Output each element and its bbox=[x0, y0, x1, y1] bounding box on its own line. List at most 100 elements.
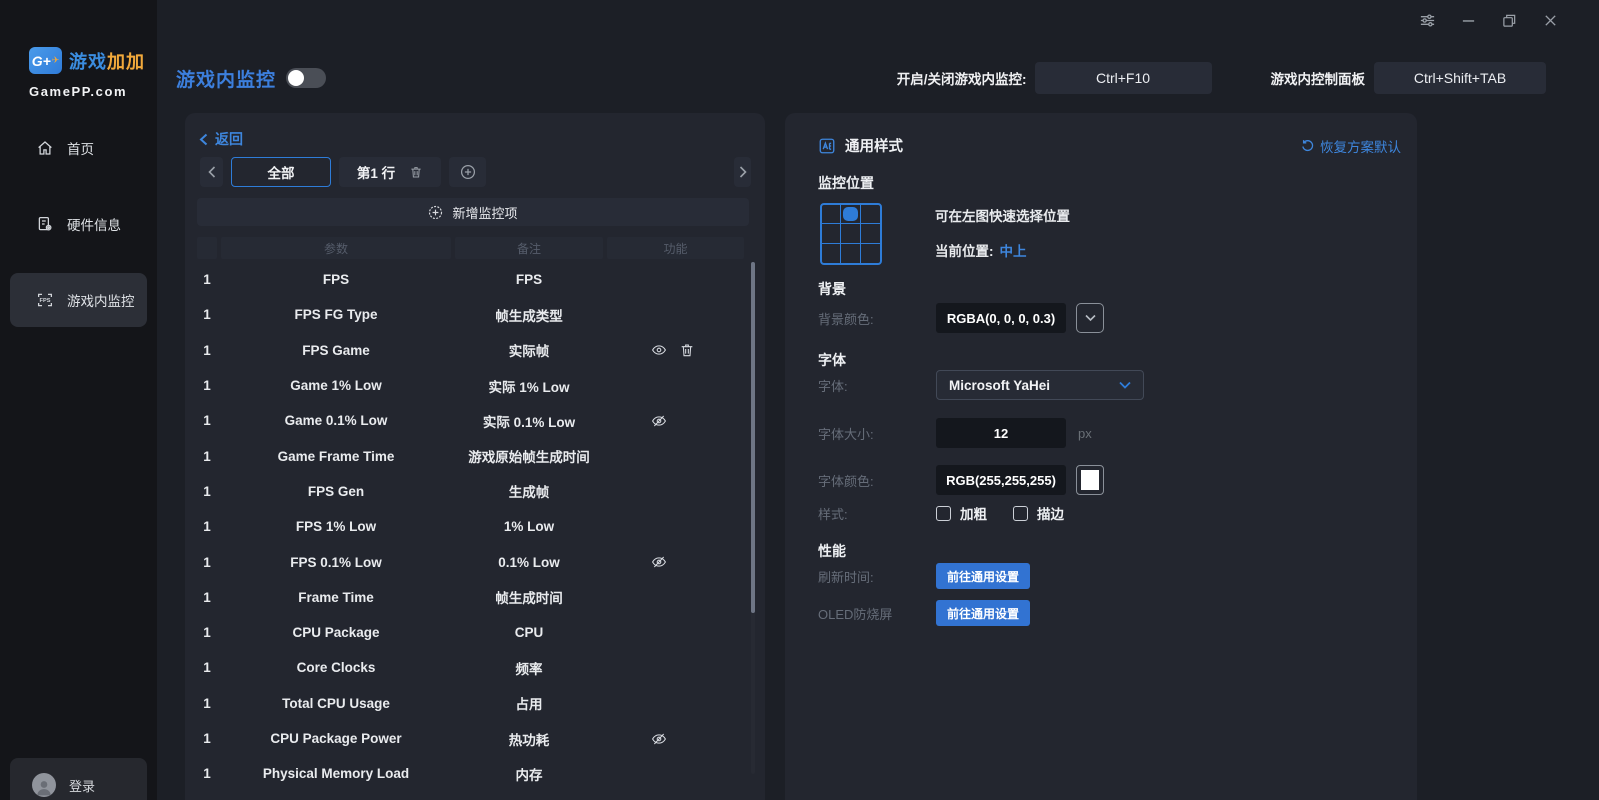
row-index: 1 bbox=[197, 555, 217, 570]
monitor-items-panel: 返回 全部 第1 行 bbox=[185, 113, 765, 800]
font-family-select[interactable]: Microsoft YaHei bbox=[936, 370, 1144, 400]
hotkey-panel-button[interactable]: Ctrl+Shift+TAB bbox=[1374, 62, 1546, 94]
table-row[interactable]: 1 Frame Time 帧生成时间 bbox=[197, 580, 757, 615]
tabs-scroll-right-button[interactable] bbox=[734, 157, 751, 187]
font-size-input[interactable]: 12 bbox=[936, 418, 1066, 448]
oled-label: OLED防烧屏 bbox=[818, 604, 936, 623]
trash-icon[interactable] bbox=[679, 342, 695, 358]
row-param: FPS FG Type bbox=[221, 307, 451, 322]
eye-icon[interactable] bbox=[651, 342, 667, 358]
eye-off-icon[interactable] bbox=[651, 554, 667, 570]
tabs-scroll-left-button[interactable] bbox=[200, 157, 223, 187]
outline-checkbox[interactable]: 描边 bbox=[1013, 503, 1064, 523]
table-row[interactable]: 1 FPS Game 实际帧 bbox=[197, 333, 757, 368]
hotkey-panel-label: 游戏内控制面板 bbox=[1271, 68, 1366, 88]
table-row[interactable]: 1 Game 0.1% Low 实际 0.1% Low bbox=[197, 403, 757, 438]
font-section-label: 字体 bbox=[818, 350, 846, 370]
table-row[interactable]: 1 FPS FG Type 帧生成类型 bbox=[197, 297, 757, 332]
table-row[interactable]: 1 Total CPU Usage 占用 bbox=[197, 686, 757, 721]
eye-off-icon[interactable] bbox=[651, 731, 667, 747]
table-row[interactable]: 1 FPS Gen 生成帧 bbox=[197, 474, 757, 509]
restore-defaults-button[interactable]: 恢复方案默认 bbox=[1301, 136, 1401, 156]
app-window: G+✈ 游戏加加 GamePP.com 首页 硬件信息 FPS 游戏内监控 bbox=[0, 0, 1599, 800]
table-row[interactable]: 1 Physical Memory Load 内存 bbox=[197, 756, 757, 791]
position-cell-0[interactable] bbox=[822, 205, 841, 224]
row-index: 1 bbox=[197, 625, 217, 640]
row-note: 1% Low bbox=[455, 519, 603, 534]
general-style-panel: 通用样式 恢复方案默认 监控位置 可在左图快速选择位置 当前位置:中上 背景 背… bbox=[785, 113, 1417, 800]
row-index: 1 bbox=[197, 378, 217, 393]
position-cell-7[interactable] bbox=[841, 244, 860, 263]
delete-tab-icon[interactable] bbox=[409, 165, 423, 179]
add-monitor-item-button[interactable]: 新增监控项 bbox=[197, 198, 749, 226]
add-tab-button[interactable] bbox=[449, 157, 486, 187]
position-cell-8[interactable] bbox=[861, 244, 880, 263]
table-row[interactable]: 1 CPU Package Power 热功耗 bbox=[197, 721, 757, 756]
bg-color-dropdown-button[interactable] bbox=[1076, 303, 1104, 333]
bg-color-input[interactable]: RGBA(0, 0, 0, 0.3) bbox=[936, 303, 1066, 333]
scrollbar-thumb[interactable] bbox=[751, 262, 755, 613]
logo[interactable]: G+✈ 游戏加加 bbox=[29, 47, 145, 74]
row-param: Physical Memory Load bbox=[221, 766, 451, 781]
row-index: 1 bbox=[197, 731, 217, 746]
checkbox-box bbox=[1013, 506, 1028, 521]
table-row[interactable]: 1 Game 1% Low 实际 1% Low bbox=[197, 368, 757, 403]
restore-icon bbox=[1301, 139, 1314, 152]
position-hint: 可在左图快速选择位置 bbox=[935, 205, 1070, 225]
eye-off-icon[interactable] bbox=[651, 413, 667, 429]
sidebar-item-ingame-monitor[interactable]: FPS 游戏内监控 bbox=[10, 273, 147, 327]
table-row[interactable]: 1 Core Clocks 频率 bbox=[197, 650, 757, 685]
font-color-swatch-button[interactable] bbox=[1076, 465, 1104, 495]
position-cell-4[interactable] bbox=[841, 224, 860, 243]
back-link[interactable]: 返回 bbox=[199, 129, 243, 149]
row-actions bbox=[607, 413, 744, 429]
sidebar-item-hardware[interactable]: 硬件信息 bbox=[10, 197, 147, 251]
row-param: CPU Package bbox=[221, 625, 451, 640]
header-param: 参数 bbox=[221, 237, 451, 259]
table-row[interactable]: 1 FPS 1% Low 1% Low bbox=[197, 509, 757, 544]
row-index: 1 bbox=[197, 696, 217, 711]
font-size-unit: px bbox=[1078, 426, 1092, 441]
table-row[interactable]: 1 FPS 0.1% Low 0.1% Low bbox=[197, 544, 757, 579]
position-cell-5[interactable] bbox=[861, 224, 880, 243]
row-note: 占用 bbox=[455, 693, 603, 713]
hotkey-toggle-button[interactable]: Ctrl+F10 bbox=[1035, 62, 1212, 94]
login-button[interactable]: 登录 bbox=[10, 758, 147, 800]
row-index: 1 bbox=[197, 343, 217, 358]
position-current: 当前位置:中上 bbox=[935, 240, 1027, 260]
goto-general-settings-button[interactable]: 前往通用设置 bbox=[936, 563, 1030, 589]
table-row[interactable]: 1 FPS FPS bbox=[197, 262, 757, 297]
sidebar: G+✈ 游戏加加 GamePP.com 首页 硬件信息 FPS 游戏内监控 bbox=[0, 0, 157, 800]
row-index: 1 bbox=[197, 272, 217, 287]
position-cell-2[interactable] bbox=[861, 205, 880, 224]
font-size-label: 字体大小: bbox=[818, 424, 936, 443]
row-actions bbox=[607, 342, 744, 358]
row-param: Game Frame Time bbox=[221, 449, 451, 464]
checkbox-box bbox=[936, 506, 951, 521]
restore-window-icon[interactable] bbox=[1500, 11, 1518, 29]
tab-all[interactable]: 全部 bbox=[231, 157, 331, 187]
hotkey-toggle-label: 开启/关闭游戏内监控: bbox=[897, 68, 1027, 88]
position-section-label: 监控位置 bbox=[818, 173, 874, 193]
row-param: Game 0.1% Low bbox=[221, 413, 451, 428]
position-grid[interactable] bbox=[820, 203, 882, 265]
brand-name: 游戏加加 bbox=[69, 48, 145, 74]
font-color-input[interactable]: RGB(255,255,255) bbox=[936, 465, 1066, 495]
sidebar-item-home[interactable]: 首页 bbox=[10, 121, 147, 175]
bold-checkbox[interactable]: 加粗 bbox=[936, 503, 987, 523]
ingame-monitor-toggle[interactable] bbox=[286, 68, 326, 88]
table-row[interactable]: 1 Game Frame Time 游戏原始帧生成时间 bbox=[197, 438, 757, 473]
sidebar-item-label: 游戏内监控 bbox=[67, 290, 135, 310]
row-index: 1 bbox=[197, 449, 217, 464]
window-settings-icon[interactable] bbox=[1418, 11, 1436, 29]
row-tabs: 全部 第1 行 bbox=[200, 157, 751, 187]
tab-row-1[interactable]: 第1 行 bbox=[339, 157, 441, 187]
row-param: FPS 1% Low bbox=[221, 519, 451, 534]
position-cell-1[interactable] bbox=[841, 205, 860, 224]
goto-general-settings-button[interactable]: 前往通用设置 bbox=[936, 600, 1030, 626]
table-row[interactable]: 1 CPU Package CPU bbox=[197, 615, 757, 650]
close-icon[interactable] bbox=[1541, 11, 1559, 29]
position-cell-6[interactable] bbox=[822, 244, 841, 263]
position-cell-3[interactable] bbox=[822, 224, 841, 243]
minimize-icon[interactable] bbox=[1459, 11, 1477, 29]
